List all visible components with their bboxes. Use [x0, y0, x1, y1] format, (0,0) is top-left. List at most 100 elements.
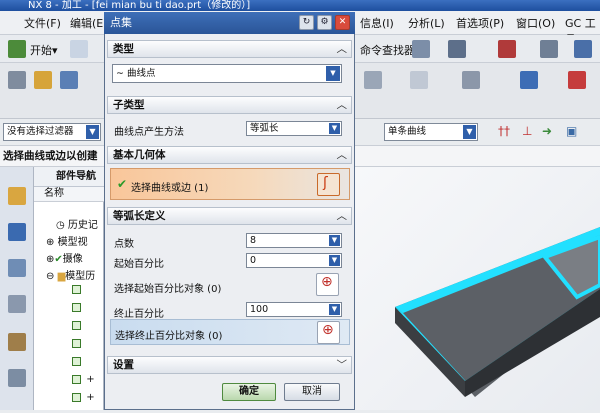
start-menu[interactable]: 开始▾: [30, 42, 58, 58]
chevron-down-icon: ▼: [326, 66, 340, 81]
base-geometry-section-header[interactable]: 基本几何体 ︿: [107, 146, 352, 164]
tangent-icon[interactable]: ⊥: [522, 124, 532, 138]
view-fit-icon[interactable]: [498, 40, 516, 58]
ok-button[interactable]: 确定: [222, 383, 276, 401]
program-icon[interactable]: [8, 71, 26, 89]
snap-icon[interactable]: [448, 40, 466, 58]
end-object-button[interactable]: ⊕: [317, 321, 340, 344]
shop-doc-icon[interactable]: [568, 71, 586, 89]
menu-preferences[interactable]: 首选项(P): [456, 15, 504, 31]
tree-feature-row[interactable]: [72, 356, 83, 367]
menu-analysis[interactable]: 分析(L): [408, 15, 445, 31]
menu-window[interactable]: 窗口(O): [516, 15, 555, 31]
type-filter-combo[interactable]: 没有选择过滤器 ▼: [3, 123, 101, 141]
window-title: NX 8 - 加工 - [fei mian bu ti dao.prt（修改的）…: [28, 0, 251, 11]
expand-icon[interactable]: ⊕: [46, 237, 54, 248]
part-navigator-icon[interactable]: [8, 259, 26, 277]
feature-checkbox[interactable]: [72, 284, 81, 294]
operation-icon[interactable]: [364, 71, 382, 89]
intersect-icon[interactable]: ††: [498, 124, 510, 138]
check-icon: ✔: [117, 177, 128, 191]
new-icon[interactable]: [70, 40, 88, 58]
tool-icon[interactable]: [34, 71, 52, 89]
reuse-library-icon[interactable]: [8, 295, 26, 313]
feature-checkbox[interactable]: [72, 338, 81, 348]
generate-icon[interactable]: [410, 71, 428, 89]
web-browser-icon[interactable]: [8, 333, 26, 351]
method-label: 曲线点产生方法: [114, 127, 184, 138]
chevron-up-icon: ︿: [336, 149, 348, 161]
layer-icon[interactable]: [574, 40, 592, 58]
graphics-window[interactable]: [355, 167, 600, 410]
menu-info[interactable]: 信息(I): [360, 15, 394, 31]
curve-icon: ʃ: [323, 175, 328, 191]
post-icon[interactable]: [520, 71, 538, 89]
chevron-up-icon: ︿: [336, 43, 348, 55]
geometry-icon[interactable]: [60, 71, 78, 89]
chevron-down-icon: ▼: [329, 123, 340, 134]
menu-file[interactable]: 文件(F): [24, 15, 61, 31]
feature-checkbox[interactable]: [72, 374, 81, 384]
command-finder[interactable]: 命令查找器: [360, 42, 415, 58]
close-icon[interactable]: ✕: [335, 15, 350, 30]
spinner-icon[interactable]: ▼: [329, 304, 340, 315]
tree-row-model-history[interactable]: ⊖ ▆模型历: [46, 267, 95, 282]
settings-section-header[interactable]: 设置 ﹀: [107, 356, 352, 374]
start-icon[interactable]: [8, 40, 26, 58]
spinner-icon[interactable]: ▼: [329, 255, 340, 266]
end-percent-field[interactable]: 100 ▼: [246, 302, 342, 317]
tree-feature-row[interactable]: [72, 302, 83, 313]
cube-icon[interactable]: [412, 40, 430, 58]
subtype-section-header[interactable]: 子类型 ︿: [107, 96, 352, 114]
tree-row-cameras[interactable]: ⊕✔摄像: [46, 250, 83, 265]
dialog-title-bar: 点集 ↻ ⚙ ✕: [104, 12, 355, 34]
follow-icon[interactable]: ➜: [542, 124, 552, 138]
point-icon: +: [86, 392, 95, 403]
name-column-header[interactable]: 名称: [34, 187, 104, 202]
start-percent-field[interactable]: 0 ▼: [246, 253, 342, 268]
navigator-header: 部件导航: [34, 167, 104, 187]
crosshair-icon: ⊕: [321, 274, 333, 290]
settings-icon[interactable]: ▣: [566, 124, 577, 138]
assembly-navigator-icon[interactable]: [8, 187, 26, 205]
menu-edit[interactable]: 编辑(E): [70, 15, 108, 31]
end-percent-value: 100: [250, 304, 269, 315]
gear-icon[interactable]: ⚙: [317, 15, 332, 30]
end-percent-label: 终止百分比: [114, 309, 164, 320]
history-icon[interactable]: [8, 369, 26, 387]
feature-checkbox[interactable]: [72, 356, 81, 366]
collapse-icon[interactable]: ⊖: [46, 271, 54, 282]
type-section-header[interactable]: 类型 ︿: [107, 40, 352, 58]
method-select[interactable]: 等弧长 ▼: [246, 121, 342, 136]
cancel-button[interactable]: 取消: [284, 383, 340, 401]
curve-select-button[interactable]: ʃ: [317, 173, 340, 196]
arc-length-section-header[interactable]: 等弧长定义 ︿: [107, 207, 352, 225]
render-icon[interactable]: [540, 40, 558, 58]
select-curve-label: 选择曲线或边 (1): [131, 183, 209, 194]
feature-checkbox[interactable]: [72, 302, 81, 312]
tree-feature-row[interactable]: [72, 320, 83, 331]
type-section-title: 类型: [113, 43, 134, 55]
tree-feature-row[interactable]: +: [72, 374, 95, 385]
feature-checkbox[interactable]: [72, 320, 81, 330]
tree-feature-row[interactable]: [72, 284, 83, 295]
type-filter-value: 没有选择过滤器: [7, 126, 74, 137]
end-object-row[interactable]: 选择终止百分比对象 (0) ⊕: [110, 319, 350, 345]
start-object-button[interactable]: ⊕: [316, 273, 339, 296]
point-count-field[interactable]: 8 ▼: [246, 233, 342, 248]
settings-section-title: 设置: [113, 359, 134, 371]
tree-feature-row[interactable]: [72, 338, 83, 349]
type-select[interactable]: ∼ 曲线点 ▼: [112, 64, 342, 83]
verify-icon[interactable]: [462, 71, 480, 89]
constraint-navigator-icon[interactable]: [8, 223, 26, 241]
check-icon: ✔: [54, 254, 63, 265]
select-curve-row[interactable]: ✔ 选择曲线或边 (1) ʃ: [110, 168, 350, 200]
ok-label: 确定: [239, 386, 259, 397]
curve-rule-combo[interactable]: 单条曲线 ▼: [384, 123, 478, 141]
tree-row-model-views[interactable]: ⊕ 模型视: [46, 233, 88, 248]
spinner-icon[interactable]: ▼: [329, 235, 340, 246]
reset-icon[interactable]: ↻: [299, 15, 314, 30]
feature-checkbox[interactable]: [72, 392, 81, 402]
tree-row-history[interactable]: ◷ 历史记: [56, 216, 98, 231]
tree-feature-row[interactable]: +: [72, 392, 95, 403]
